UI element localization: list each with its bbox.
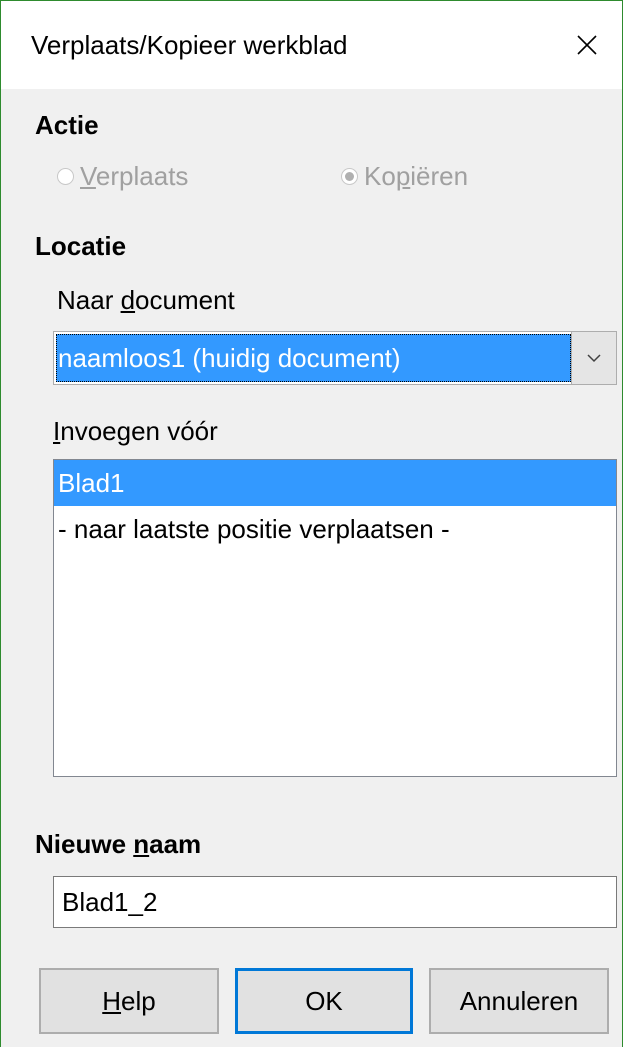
list-item[interactable]: - naar laatste positie verplaatsen - <box>54 506 616 552</box>
to-document-combobox[interactable]: naamloos1 (huidig document) <box>53 331 617 385</box>
move-radio-label: Verplaats <box>80 161 189 191</box>
insert-before-listbox[interactable]: Blad1 - naar laatste positie verplaatsen… <box>53 459 617 777</box>
cancel-button-label: Annuleren <box>459 985 579 1016</box>
close-icon <box>577 35 597 55</box>
copy-radio-circle <box>341 168 358 185</box>
cancel-button[interactable]: Annuleren <box>429 968 609 1034</box>
ok-button-label: OK <box>305 985 343 1016</box>
list-item[interactable]: Blad1 <box>54 460 616 506</box>
copy-radio-label: Kopiëren <box>364 161 469 191</box>
help-button[interactable]: Help <box>39 968 219 1034</box>
title-bar: Verplaats/Kopieer werkblad <box>1 1 622 89</box>
move-copy-sheet-dialog: Verplaats/Kopieer werkblad Actie Verplaa… <box>0 0 623 1047</box>
location-heading: Locatie <box>35 231 127 261</box>
new-name-input[interactable]: Blad1_2 <box>53 876 617 928</box>
combobox-dropdown-button[interactable] <box>571 332 616 384</box>
new-name-heading: Nieuwe naam <box>35 829 202 859</box>
chevron-down-icon <box>587 353 601 362</box>
to-document-label: Naar document <box>57 285 235 315</box>
insert-before-label: Invoegen vóór <box>53 416 218 446</box>
to-document-value: naamloos1 (huidig document) <box>56 334 571 382</box>
move-radio[interactable]: Verplaats <box>57 161 188 192</box>
help-button-label: Help <box>102 985 156 1016</box>
dialog-content: Actie Verplaats Kopiëren Locatie Naar do… <box>1 89 622 1047</box>
close-button[interactable] <box>552 1 622 89</box>
action-heading: Actie <box>35 110 99 140</box>
move-radio-circle <box>57 168 74 185</box>
dialog-title: Verplaats/Kopieer werkblad <box>31 30 348 60</box>
copy-radio[interactable]: Kopiëren <box>341 161 468 192</box>
ok-button[interactable]: OK <box>235 968 413 1034</box>
